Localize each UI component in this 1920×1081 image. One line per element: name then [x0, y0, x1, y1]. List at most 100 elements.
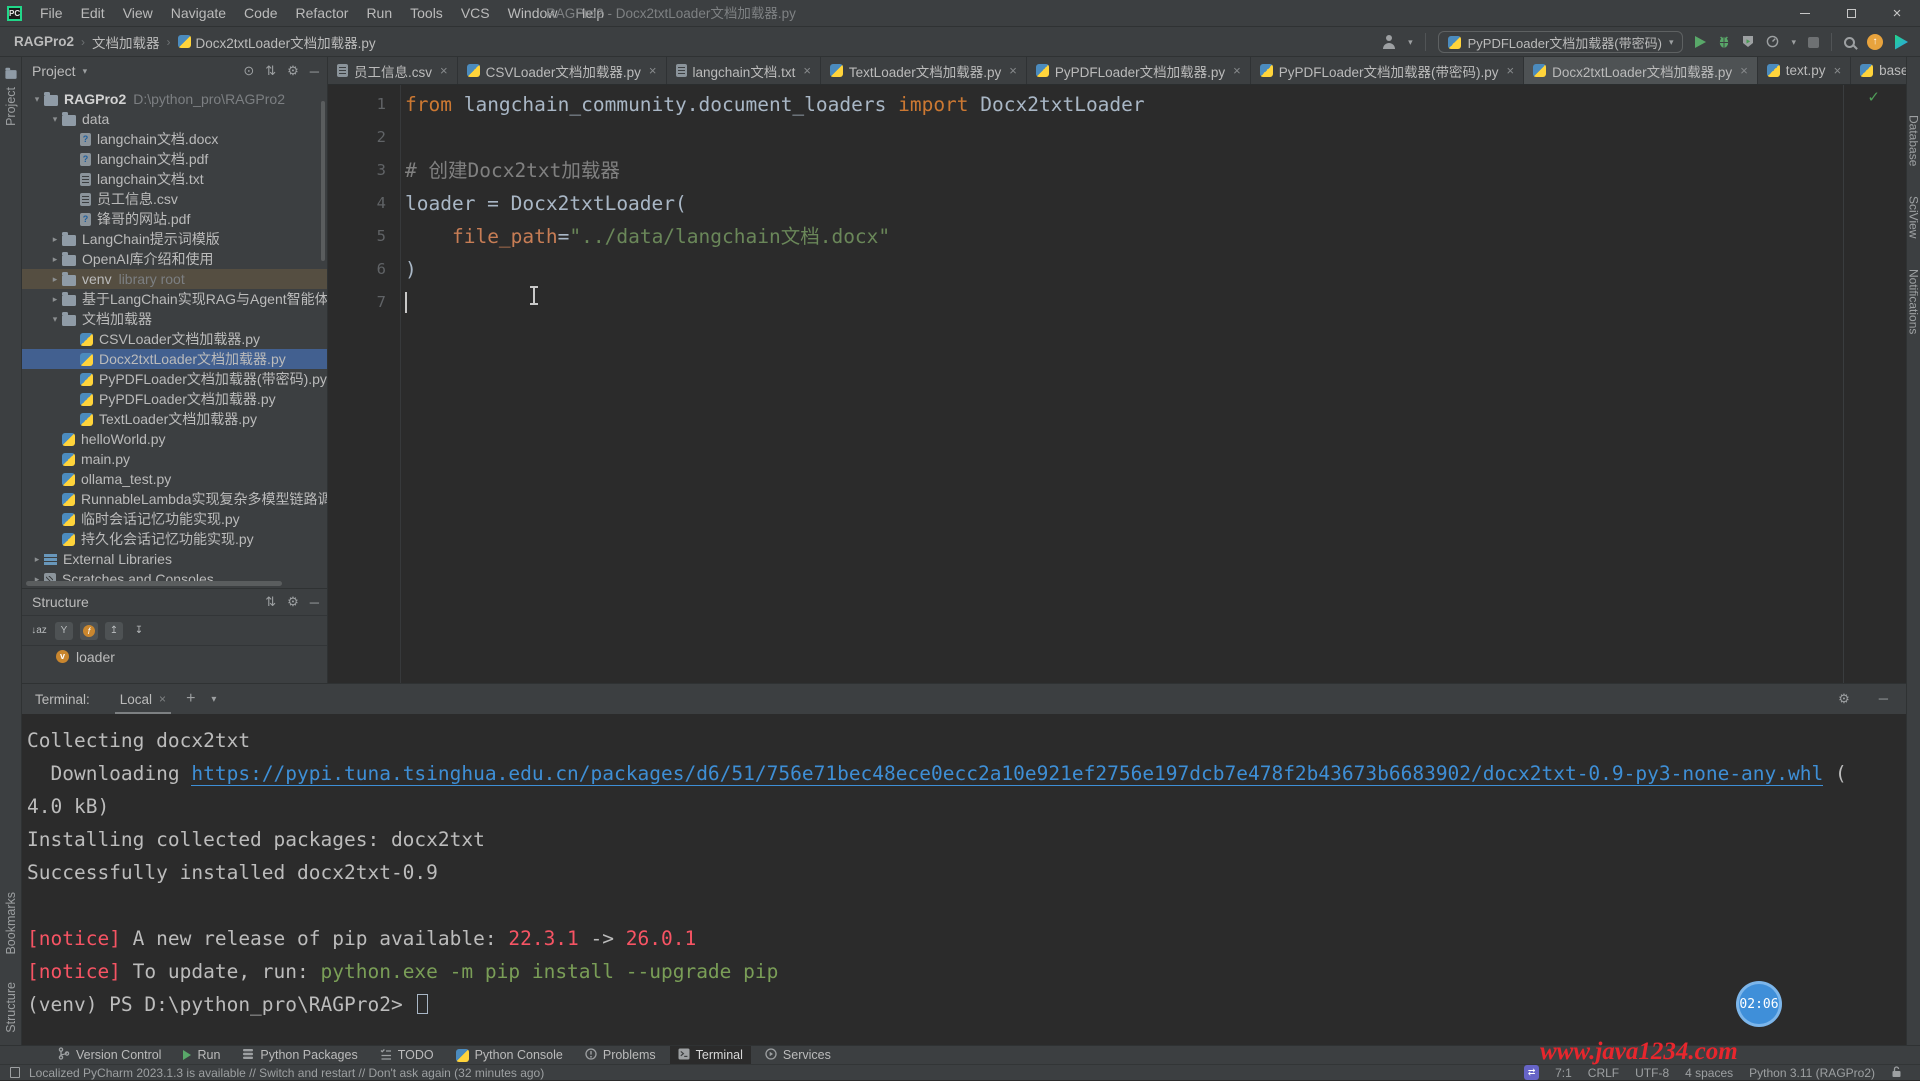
tree-row[interactable]: CSVLoader文档加载器.py: [22, 329, 327, 349]
interpreter[interactable]: Python 3.11 (RAGPro2): [1749, 1066, 1875, 1080]
tree-vertical-scrollbar[interactable]: [321, 101, 325, 261]
user-icon[interactable]: [1382, 35, 1396, 49]
lock-icon[interactable]: [1891, 1065, 1902, 1081]
search-everywhere-icon[interactable]: [1844, 37, 1855, 48]
caret-position[interactable]: 7:1: [1555, 1066, 1572, 1080]
toolwindow-button-python-console[interactable]: Python Console: [448, 1046, 571, 1064]
tree-row[interactable]: 员工信息.csv: [22, 189, 327, 209]
close-icon[interactable]: ×: [159, 692, 166, 706]
expand-collapse-icon[interactable]: ⇅: [265, 63, 276, 79]
close-button[interactable]: ×: [1874, 0, 1920, 27]
debug-button[interactable]: [1718, 33, 1730, 51]
editor-tab[interactable]: CSVLoader文档加载器.py×: [458, 57, 667, 84]
filter-icon[interactable]: Y: [55, 622, 73, 640]
tree-horizontal-scrollbar[interactable]: [26, 581, 282, 586]
toolwindow-button-python-packages[interactable]: Python Packages: [234, 1046, 365, 1064]
event-log-icon[interactable]: [10, 1067, 20, 1078]
tree-arrow-icon[interactable]: ▸: [48, 234, 62, 245]
autoscroll-to-source-icon[interactable]: ↥: [105, 622, 123, 640]
structure-item[interactable]: vloader: [22, 646, 327, 667]
line-ending[interactable]: CRLF: [1588, 1066, 1619, 1080]
tree-row[interactable]: 临时会话记忆功能实现.py: [22, 509, 327, 529]
toolwindow-button-run[interactable]: Run: [175, 1046, 228, 1064]
terminal-link[interactable]: https://pypi.tuna.tsinghua.edu.cn/packag…: [191, 762, 1823, 786]
tree-arrow-icon[interactable]: ▾: [48, 114, 62, 125]
tree-arrow-icon[interactable]: ▸: [48, 274, 62, 285]
stripe-label-sciview[interactable]: SciView: [1907, 196, 1920, 238]
user-dropdown-icon[interactable]: ▾: [1408, 37, 1413, 48]
stripe-label-notifications[interactable]: Notifications: [1907, 269, 1920, 334]
tree-row[interactable]: ▸基于LangChain实现RAG与Agent智能体开发: [22, 289, 327, 309]
tree-row[interactable]: TextLoader文档加载器.py: [22, 409, 327, 429]
editor-tab[interactable]: PyPDFLoader文档加载器.py×: [1027, 57, 1251, 84]
editor-tab[interactable]: 员工信息.csv×: [328, 57, 458, 84]
gear-icon[interactable]: ⚙: [1838, 691, 1850, 707]
editor-tab[interactable]: langchain文档.txt×: [667, 57, 821, 84]
tree-row[interactable]: langchain文档.txt: [22, 169, 327, 189]
editor-tab[interactable]: text.py×: [1758, 57, 1851, 84]
breadcrumb-item[interactable]: RAGPro2: [14, 34, 74, 49]
hide-panel-icon[interactable]: ─: [1879, 691, 1888, 707]
menu-item-navigate[interactable]: Navigate: [162, 0, 235, 26]
menu-item-code[interactable]: Code: [235, 0, 286, 26]
close-icon[interactable]: ×: [649, 63, 657, 78]
close-icon[interactable]: ×: [1507, 63, 1515, 78]
breadcrumb-item[interactable]: Docx2txtLoader文档加载器.py: [178, 32, 376, 52]
toolwindow-button-services[interactable]: Services: [757, 1046, 839, 1064]
maximize-button[interactable]: [1828, 0, 1874, 27]
menu-item-vcs[interactable]: VCS: [452, 0, 499, 26]
run-button[interactable]: [1695, 36, 1706, 48]
project-stripe-icon[interactable]: [5, 70, 16, 79]
tree-row[interactable]: helloWorld.py: [22, 429, 327, 449]
timer-overlay[interactable]: 02:06: [1736, 981, 1782, 1027]
editor-tab[interactable]: Docx2txtLoader文档加载器.py×: [1524, 57, 1758, 84]
expand-all-icon[interactable]: ⇅: [265, 594, 276, 610]
tree-arrow-icon[interactable]: ▾: [30, 94, 44, 105]
stripe-label-structure[interactable]: Structure: [4, 982, 18, 1033]
status-message[interactable]: Localized PyCharm 2023.1.3 is available …: [29, 1066, 544, 1080]
tree-arrow-icon[interactable]: ▸: [30, 554, 44, 565]
terminal-tab-local[interactable]: Local ×: [120, 684, 166, 714]
tree-row[interactable]: ▾RAGPro2D:\python_pro\RAGPro2: [22, 89, 327, 109]
tree-arrow-icon[interactable]: ▾: [48, 314, 62, 325]
translate-plugin-icon[interactable]: ⇄: [1524, 1065, 1539, 1080]
file-encoding[interactable]: UTF-8: [1635, 1066, 1669, 1080]
toolwindow-button-todo[interactable]: TODO: [372, 1046, 442, 1064]
toolwindow-button-problems[interactable]: Problems: [577, 1046, 664, 1064]
stripe-label-database[interactable]: Database: [1907, 115, 1920, 166]
close-icon[interactable]: ×: [440, 63, 448, 78]
chevron-down-icon[interactable]: ▾: [83, 66, 88, 77]
autoscroll-from-source-icon[interactable]: ↧: [130, 622, 148, 640]
close-icon[interactable]: ×: [1834, 63, 1842, 78]
run-config-select[interactable]: PyPDFLoader文档加载器(带密码) ▾: [1438, 31, 1684, 53]
menu-item-edit[interactable]: Edit: [72, 0, 114, 26]
coverage-button[interactable]: [1742, 33, 1754, 51]
tree-row[interactable]: main.py: [22, 449, 327, 469]
tree-row[interactable]: ▸LangChain提示词模版: [22, 229, 327, 249]
close-icon[interactable]: ×: [803, 63, 811, 78]
editor[interactable]: 1from langchain_community.document_loade…: [328, 85, 1906, 683]
toolwindow-button-version-control[interactable]: Version Control: [50, 1046, 169, 1064]
menu-item-file[interactable]: File: [31, 0, 72, 26]
editor-tab[interactable]: TextLoader文档加载器.py×: [821, 57, 1027, 84]
tree-row[interactable]: ▸OpenAI库介绍和使用: [22, 249, 327, 269]
tree-row[interactable]: ▸External Libraries: [22, 549, 327, 569]
close-icon[interactable]: ×: [1233, 63, 1241, 78]
tree-row[interactable]: ?锋哥的网站.pdf: [22, 209, 327, 229]
tree-row[interactable]: ollama_test.py: [22, 469, 327, 489]
tree-row[interactable]: Docx2txtLoader文档加载器.py: [22, 349, 327, 369]
tree-row[interactable]: ▾文档加载器: [22, 309, 327, 329]
ide-gem-icon[interactable]: [1895, 35, 1908, 50]
hide-panel-icon[interactable]: ─: [310, 64, 319, 79]
stop-button[interactable]: [1808, 37, 1819, 48]
stripe-label-bookmarks[interactable]: Bookmarks: [4, 892, 18, 955]
structure-panel-title[interactable]: Structure: [32, 594, 89, 610]
breadcrumb-item[interactable]: 文档加载器: [92, 32, 160, 52]
update-notification-icon[interactable]: ↑: [1867, 34, 1883, 50]
tree-arrow-icon[interactable]: ▸: [48, 254, 62, 265]
gear-icon[interactable]: ⚙: [287, 63, 299, 79]
toolwindow-button-terminal[interactable]: Terminal: [670, 1046, 751, 1064]
menu-item-tools[interactable]: Tools: [401, 0, 452, 26]
new-session-icon[interactable]: +: [186, 690, 195, 708]
show-fields-icon[interactable]: f: [80, 622, 98, 640]
